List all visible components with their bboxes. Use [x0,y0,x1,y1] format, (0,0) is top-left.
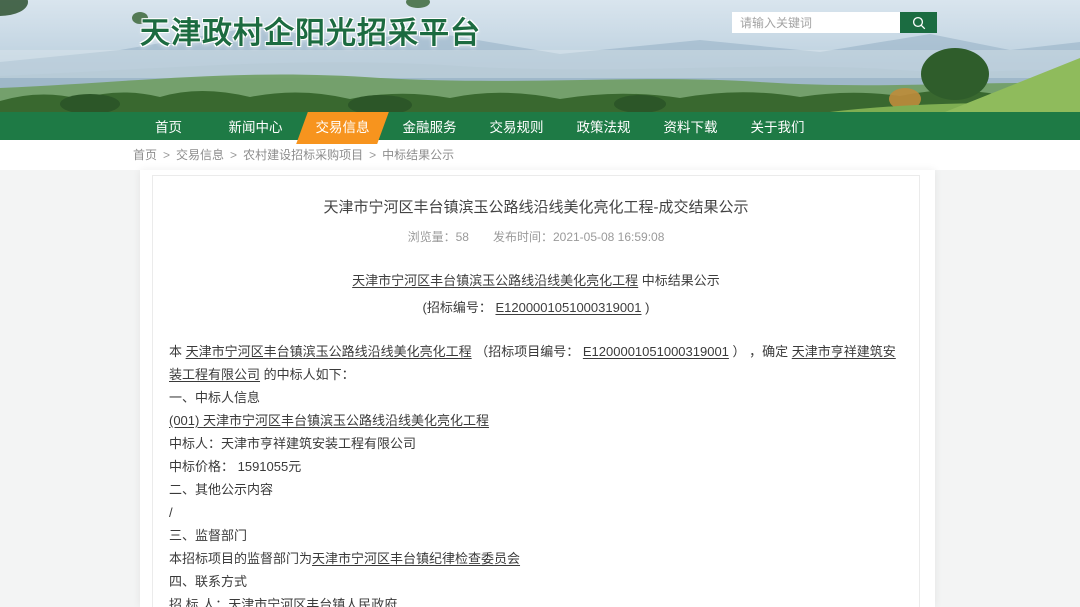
body-line: 本 天津市宁河区丰台镇滨玉公路线沿线美化亮化工程 （招标项目编号： E12000… [169,340,903,386]
nav-item-label: 政策法规 [577,116,631,136]
text-segment: 三、监督部门 [169,528,247,543]
text-segment: / [169,505,173,520]
text-segment: 招 标 人：天津市宁河区丰台镇人民政府 [169,597,397,607]
nav-item-active[interactable]: 交易信息 [299,112,386,140]
content-card: 天津市宁河区丰台镇滨玉公路线沿线美化亮化工程-成交结果公示 浏览量：58 发布时间… [140,170,935,607]
nav-item[interactable]: 资料下载 [647,112,734,140]
body-line: 中标人：天津市亨祥建筑安装工程有限公司 [169,432,903,455]
article-meta: 浏览量：58 发布时间：2021-05-08 16:59:08 [169,228,903,245]
site-title: 天津政村企阳光招采平台 [140,8,481,52]
body-line: (001) 天津市宁河区丰台镇滨玉公路线沿线美化亮化工程 [169,409,903,432]
body-line: 三、监督部门 [169,524,903,547]
breadcrumb-separator: > [369,148,376,162]
nav-item[interactable]: 新闻中心 [212,112,299,140]
nav-item-label: 交易规则 [490,116,544,136]
breadcrumb-link[interactable]: 首页 [133,148,157,162]
search-input[interactable] [732,12,900,33]
body-line: 招 标 人：天津市宁河区丰台镇人民政府 [169,593,903,607]
body-line: 四、联系方式 [169,570,903,593]
nav-item-label: 金融服务 [403,116,457,136]
underlined-text: 天津市宁河区丰台镇滨玉公路线沿线美化亮化工程 [186,344,472,359]
search-icon [911,15,927,31]
breadcrumb-link[interactable]: 交易信息 [176,148,224,162]
underlined-text: (001) 天津市宁河区丰台镇滨玉公路线沿线美化亮化工程 [169,413,489,428]
site-header: 天津政村企阳光招采平台 [0,0,1080,112]
breadcrumb-separator: > [163,148,170,162]
main-nav: 首页 新闻中心 交易信息 金融服务 交易规则 政策法规 资料下载 关于我们 [0,112,1080,140]
text-segment: 四、联系方式 [169,574,247,589]
text-segment: 中标价格： 1591055元 [169,459,301,474]
text-segment: 一、中标人信息 [169,390,260,405]
underlined-text: 天津市宁河区丰台镇纪律检查委员会 [312,551,520,566]
search-bar [732,12,937,33]
underlined-text: E1200001051000319001 [495,300,641,315]
publish-time: 2021-05-08 16:59:08 [553,230,664,244]
body-line: 二、其他公示内容 [169,478,903,501]
body-line: 一、中标人信息 [169,386,903,409]
notice-heading-line1: 天津市宁河区丰台镇滨玉公路线沿线美化亮化工程 中标结果公示 [169,268,903,293]
nav-item-label: 新闻中心 [229,116,283,136]
text-segment: 本招标项目的监督部门为 [169,551,312,566]
nav-item-label: 资料下载 [664,116,718,136]
page-body: 天津市宁河区丰台镇滨玉公路线沿线美化亮化工程-成交结果公示 浏览量：58 发布时间… [0,170,1080,607]
views-count: 58 [456,230,469,244]
text-segment: 的中标人如下： [260,367,355,382]
breadcrumb-link[interactable]: 农村建设招标采购项目 [243,148,363,162]
text-segment: 二、其他公示内容 [169,482,273,497]
nav-item[interactable]: 首页 [125,112,212,140]
views-label: 浏览量： [408,230,456,244]
publish-time-label: 发布时间： [493,230,553,244]
nav-item-label: 交易信息 [316,116,370,136]
text-segment: 中标人：天津市亨祥建筑安装工程有限公司 [169,436,416,451]
nav-item[interactable]: 交易规则 [473,112,560,140]
text-segment: ) [642,300,650,315]
notice-heading-line2: (招标编号： E1200001051000319001 ) [169,295,903,320]
notice-body: 本 天津市宁河区丰台镇滨玉公路线沿线美化亮化工程 （招标项目编号： E12000… [169,340,903,607]
underlined-text: 天津市宁河区丰台镇滨玉公路线沿线美化亮化工程 [352,273,638,288]
nav-item-label: 关于我们 [751,116,805,136]
breadcrumb-separator: > [230,148,237,162]
text-segment: 本 [169,344,186,359]
text-segment: （招标项目编号： [472,344,583,359]
nav-item-label: 首页 [155,116,182,136]
underlined-text: E1200001051000319001 [583,344,729,359]
article-title: 天津市宁河区丰台镇滨玉公路线沿线美化亮化工程-成交结果公示 [169,198,903,218]
nav-item[interactable]: 关于我们 [734,112,821,140]
nav-item[interactable]: 金融服务 [386,112,473,140]
body-line: 本招标项目的监督部门为天津市宁河区丰台镇纪律检查委员会 [169,547,903,570]
search-button[interactable] [900,12,937,33]
text-segment: (招标编号： [423,300,496,315]
breadcrumb: 首页 > 交易信息 > 农村建设招标采购项目 > 中标结果公示 [0,140,1080,170]
text-segment: 中标结果公示 [638,273,720,288]
text-segment: ） ，确定 [729,344,792,359]
body-line: 中标价格： 1591055元 [169,455,903,478]
nav-item[interactable]: 政策法规 [560,112,647,140]
body-line: / [169,501,903,524]
content-card-inner: 天津市宁河区丰台镇滨玉公路线沿线美化亮化工程-成交结果公示 浏览量：58 发布时间… [152,175,920,607]
breadcrumb-current: 中标结果公示 [382,148,454,162]
